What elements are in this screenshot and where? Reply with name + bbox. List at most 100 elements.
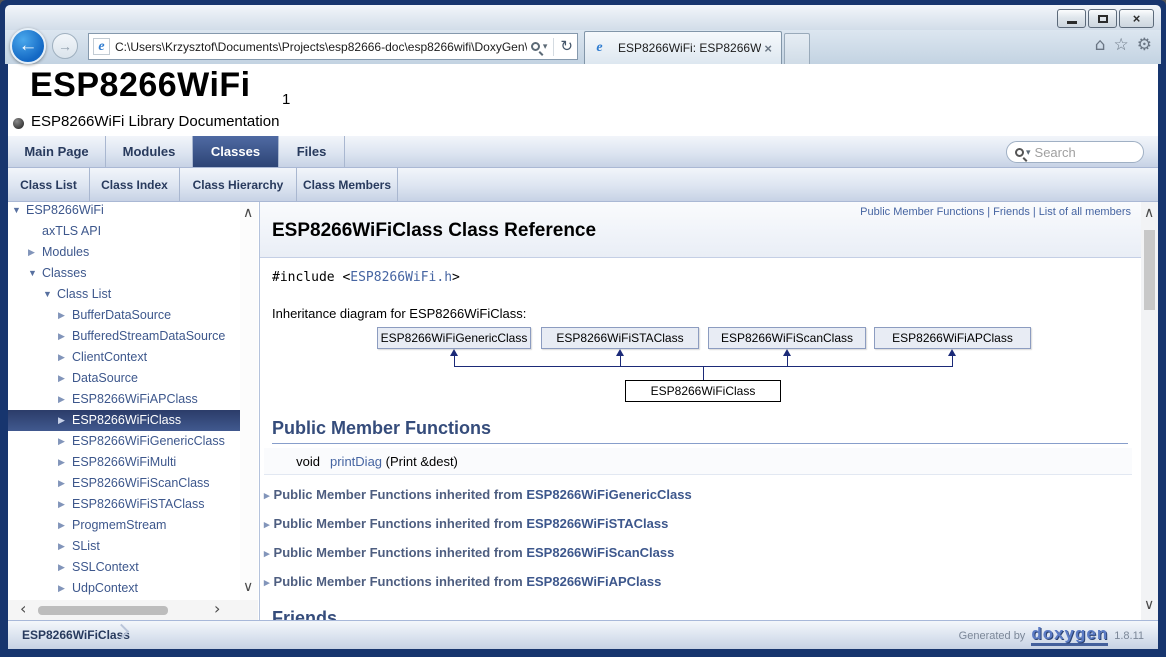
tree-collapse-icon[interactable]: ▼ [43,284,52,305]
include-file-link[interactable]: ESP8266WiFi.h [350,270,452,285]
tab-class-members[interactable]: Class Members [297,168,398,201]
inherited-section-header[interactable]: ▸Public Member Functions inherited from … [264,541,674,565]
tree-expand-icon[interactable]: ▶ [58,536,65,557]
tree-expand-icon[interactable]: ▶ [58,557,65,578]
window-minimize-button[interactable] [1057,9,1086,28]
tab-files[interactable]: Files [279,136,345,167]
doc-search-box[interactable]: ▾ [1006,141,1144,163]
search-input[interactable] [1033,144,1135,161]
new-tab-button[interactable] [784,33,810,64]
sidebar-item-esp8266wificlass[interactable]: ▶ESP8266WiFiClass [8,410,240,431]
window-titlebar[interactable] [5,5,1161,30]
tree-expand-icon[interactable]: ▶ [58,389,65,410]
tree-expand-icon[interactable]: ▶ [58,578,65,599]
sidebar-item-label: ESP8266WiFiScanClass [72,473,210,494]
sidebar-item-axtls-api[interactable]: axTLS API [8,221,240,242]
project-version: 1 [282,91,290,108]
browser-tab[interactable]: e ESP8266WiFi: ESP8266WiFi... × [584,31,782,64]
tree-expand-icon[interactable]: ▶ [58,368,65,389]
window-close-button[interactable]: × [1119,9,1154,28]
tab-class-hierarchy[interactable]: Class Hierarchy [180,168,297,201]
refresh-icon[interactable]: ↻ [560,39,573,54]
diagram-box-staclass[interactable]: ESP8266WiFiSTAClass [541,327,699,349]
tree-expand-icon[interactable]: ▶ [58,452,65,473]
doxygen-logo[interactable]: doxygen [1031,625,1108,646]
inherited-class-link[interactable]: ESP8266WiFiAPClass [526,574,661,589]
scrollbar-thumb[interactable] [1144,230,1155,310]
tree-expand-icon[interactable]: ▶ [58,326,65,347]
search-icon[interactable] [531,42,540,51]
tree-collapse-icon[interactable]: ▼ [12,202,21,221]
tree-expand-icon[interactable]: ▶ [28,242,35,263]
sidebar-item-slist[interactable]: ▶SList [8,536,240,557]
sidebar-item-bufferedstreamdatasource[interactable]: ▶BufferedStreamDataSource [8,326,240,347]
tab-close-icon[interactable]: × [761,41,775,56]
scroll-up-icon[interactable]: ∧ [1144,206,1154,220]
sidebar-item-datasource[interactable]: ▶DataSource [8,368,240,389]
forward-button[interactable]: → [52,33,78,59]
summary-link-all-members[interactable]: List of all members [1039,206,1131,218]
sidebar-item-progmemstream[interactable]: ▶ProgmemStream [8,515,240,536]
tree-expand-icon[interactable]: ▶ [58,431,65,452]
settings-gear-icon[interactable]: ⚙ [1137,37,1152,54]
sidebar-horizontal-scrollbar[interactable]: ‹ › [8,600,258,620]
address-bar[interactable]: e C:\Users\Krzysztof\Documents\Projects\… [88,33,578,60]
inherited-class-link[interactable]: ESP8266WiFiSTAClass [526,516,668,531]
inherited-class-link[interactable]: ESP8266WiFiScanClass [526,545,674,560]
home-icon[interactable]: ⌂ [1095,37,1106,54]
diagram-box-genericclass[interactable]: ESP8266WiFiGenericClass [377,327,531,349]
window-maximize-button[interactable] [1088,9,1117,28]
tab-class-list[interactable]: Class List [8,168,90,201]
diagram-box-apclass[interactable]: ESP8266WiFiAPClass [874,327,1031,349]
tree-collapse-icon[interactable]: ▼ [28,263,37,284]
sidebar-item-classes[interactable]: ▼Classes [8,263,240,284]
content-vertical-scrollbar[interactable]: ∧ ∨ [1141,202,1158,620]
inherited-section-header[interactable]: ▸Public Member Functions inherited from … [264,570,661,594]
tree-expand-icon[interactable]: ▶ [58,410,65,431]
inherited-section-header[interactable]: ▸Public Member Functions inherited from … [264,483,692,507]
chevron-down-icon[interactable]: ▾ [1026,148,1031,157]
back-button[interactable]: ← [10,28,46,64]
browser-window: × ← → e C:\Users\Krzysztof\Documents\Pro… [0,0,1166,657]
sidebar-item-bufferdatasource[interactable]: ▶BufferDataSource [8,305,240,326]
sidebar-item-clientcontext[interactable]: ▶ClientContext [8,347,240,368]
tree-expand-icon[interactable]: ▶ [58,515,65,536]
tab-class-index[interactable]: Class Index [90,168,180,201]
diagram-box-scanclass[interactable]: ESP8266WiFiScanClass [708,327,866,349]
summary-link-public-member-functions[interactable]: Public Member Functions [860,206,984,218]
sidebar-item-udpcontext[interactable]: ▶UdpContext [8,578,240,599]
inherited-class-link[interactable]: ESP8266WiFiGenericClass [526,487,691,502]
inherited-section-header[interactable]: ▸Public Member Functions inherited from … [264,512,668,536]
favorites-star-icon[interactable]: ☆ [1114,37,1129,54]
scroll-up-icon[interactable]: ∧ [243,206,253,220]
sidebar-item-esp8266wifi[interactable]: ▼ESP8266WiFi [8,202,240,221]
scroll-left-icon[interactable]: ‹ [20,601,26,617]
sidebar-item-sslcontext[interactable]: ▶SSLContext [8,557,240,578]
tab-classes[interactable]: Classes [193,136,279,167]
chevron-down-icon[interactable]: ▾ [543,42,548,51]
sidebar-item-esp8266wifistaclass[interactable]: ▶ESP8266WiFiSTAClass [8,494,240,515]
scroll-right-icon[interactable]: › [214,601,220,617]
sub-tab-bar: Class List Class Index Class Hierarchy C… [8,168,1158,202]
inherited-prefix: Public Member Functions inherited from [274,487,527,502]
tree-expand-icon[interactable]: ▶ [58,305,65,326]
tree-expand-icon[interactable]: ▶ [58,347,65,368]
sidebar-item-esp8266wifigenericclass[interactable]: ▶ESP8266WiFiGenericClass [8,431,240,452]
sidebar-item-esp8266wifiapclass[interactable]: ▶ESP8266WiFiAPClass [8,389,240,410]
member-link-printdiag[interactable]: printDiag [330,454,382,469]
summary-link-friends[interactable]: Friends [993,206,1030,218]
scrollbar-thumb[interactable] [38,606,168,615]
address-url[interactable]: C:\Users\Krzysztof\Documents\Projects\es… [115,40,527,54]
sidebar-vertical-scrollbar[interactable]: ∧ ∨ [240,202,258,600]
tree-expand-icon[interactable]: ▶ [58,494,65,515]
scroll-down-icon[interactable]: ∨ [1144,598,1154,612]
sidebar-item-modules[interactable]: ▶Modules [8,242,240,263]
sidebar-item-esp8266wifimulti[interactable]: ▶ESP8266WiFiMulti [8,452,240,473]
tab-main-page[interactable]: Main Page [8,136,106,167]
sidebar-item-esp8266wifiscanclass[interactable]: ▶ ESP8266WiFiScanClass [8,473,240,494]
expand-arrow-icon: ▸ [264,490,274,502]
tree-expand-icon[interactable]: ▶ [58,473,65,494]
tab-modules[interactable]: Modules [106,136,193,167]
sidebar-item-class-list[interactable]: ▼Class List [8,284,240,305]
scroll-down-icon[interactable]: ∨ [243,580,253,594]
